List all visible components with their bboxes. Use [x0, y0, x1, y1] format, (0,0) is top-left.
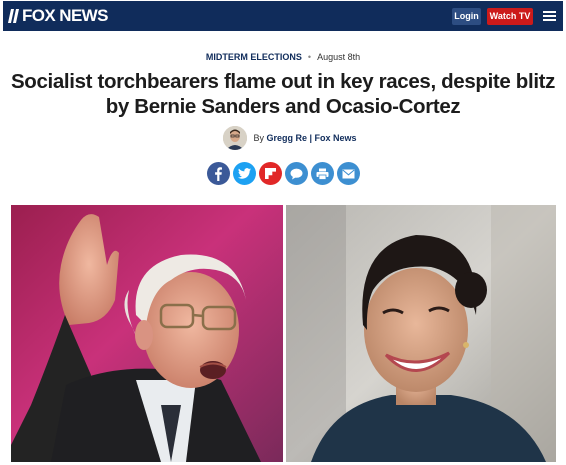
- facebook-share-icon[interactable]: [206, 162, 230, 185]
- man-speaking-photo: [11, 205, 283, 462]
- hero-image[interactable]: [11, 205, 556, 462]
- logo-text: FOX NEWS: [22, 6, 108, 25]
- author-avatar[interactable]: [223, 126, 248, 150]
- nav-actions: Login Watch TV: [452, 1, 563, 31]
- flipboard-share-icon[interactable]: [258, 162, 282, 185]
- eyebrow-separator: •: [307, 52, 312, 62]
- watch-tv-button[interactable]: Watch TV: [487, 7, 533, 25]
- print-share-icon[interactable]: [310, 162, 334, 185]
- top-nav-bar: FOX NEWS Login Watch TV: [3, 1, 563, 31]
- byline: By Gregg Re | Fox News: [0, 126, 566, 150]
- email-share-icon[interactable]: [336, 162, 360, 185]
- share-bar: [0, 162, 566, 185]
- hamburger-menu-icon[interactable]: [543, 10, 556, 22]
- woman-smiling-photo: [286, 205, 556, 462]
- article-eyebrow: MIDTERM ELECTIONS • August 8th: [0, 51, 566, 63]
- category-link[interactable]: MIDTERM ELECTIONS: [206, 52, 302, 62]
- byline-prefix: By: [253, 133, 264, 143]
- author-link[interactable]: Gregg Re | Fox News: [266, 133, 356, 143]
- article-headline: Socialist torchbearers flame out in key …: [10, 70, 556, 118]
- twitter-share-icon[interactable]: [232, 162, 256, 185]
- fox-logo-mark-icon: [8, 7, 20, 25]
- publish-date: August 8th: [317, 52, 361, 62]
- fox-news-logo[interactable]: FOX NEWS: [8, 1, 108, 31]
- comment-share-icon[interactable]: [284, 162, 308, 185]
- login-button[interactable]: Login: [452, 7, 481, 25]
